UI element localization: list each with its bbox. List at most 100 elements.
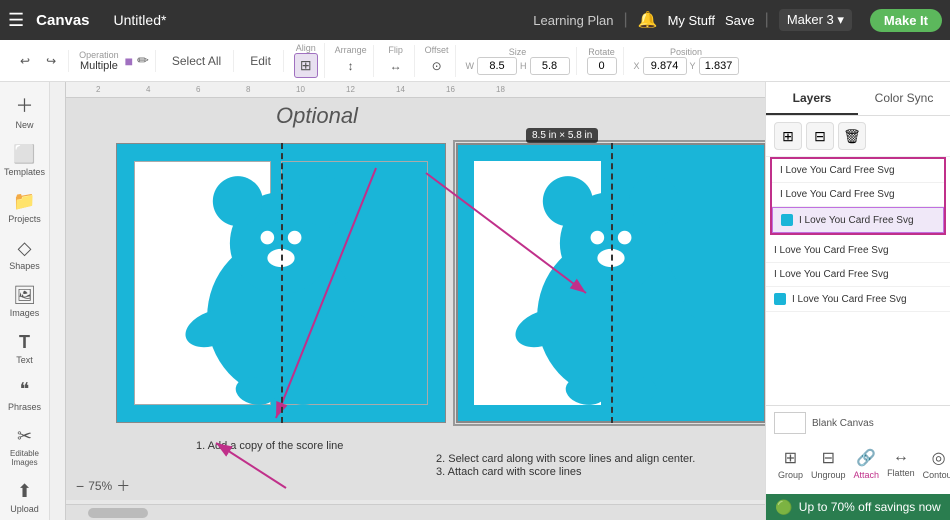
sidebar-item-text[interactable]: T Text [2, 326, 48, 371]
doc-title: Untitled* [114, 12, 167, 28]
size-h-input[interactable] [530, 57, 570, 75]
rotate-input[interactable] [587, 57, 617, 75]
promo-icon: 🟢 [775, 499, 792, 516]
sidebar-item-phrases[interactable]: ❝ Phrases [2, 373, 48, 418]
tab-color-sync[interactable]: Color Sync [858, 82, 950, 115]
ruler-tick-18: 18 [496, 85, 505, 94]
layer-name-1: I Love You Card Free Svg [780, 165, 936, 176]
toolbar-flip: Flip ↔ [378, 45, 415, 77]
sidebar-item-images[interactable]: 🖼 Images [2, 279, 48, 324]
align-button[interactable]: ⊞ [294, 53, 318, 78]
layer-item-1[interactable]: I Love You Card Free Svg [772, 159, 944, 183]
redo-button[interactable]: ↪ [40, 50, 62, 72]
annotation-3: 3. Attach card with score lines [436, 466, 582, 478]
ruler-tick-4: 4 [146, 85, 150, 94]
size-w-label: W [466, 61, 475, 71]
machine-selector[interactable]: Maker 3 ▾ [779, 9, 852, 31]
edit-style-icon: ✏ [137, 52, 149, 69]
zoom-in-button[interactable]: ＋ [116, 476, 130, 496]
layer-item-5[interactable]: I Love You Card Free Svg [766, 263, 950, 287]
offset-field: Offset ⊙ [425, 45, 449, 77]
layer-color-6 [774, 293, 786, 305]
panel-group-button[interactable]: ⊞ [774, 122, 802, 150]
offset-label: Offset [425, 45, 449, 55]
layer-item-6[interactable]: I Love You Card Free Svg [766, 287, 950, 312]
sidebar-item-upload[interactable]: ⬆ Upload [2, 475, 48, 520]
panel-actions: ⊞ Group ⊟ Ungroup 🔗 Attach ↔ Flatten ◎ [774, 440, 942, 488]
toolbar-select-all: Select All [160, 50, 234, 72]
layer-color-3 [781, 214, 793, 226]
operation-value[interactable]: Multiple [80, 60, 118, 72]
action-flatten-button[interactable]: ↔ Flatten [883, 444, 919, 484]
promo-bar[interactable]: 🟢 Up to 70% off savings now [766, 494, 950, 520]
action-attach-button[interactable]: 🔗 Attach [850, 444, 884, 484]
sidebar-item-shapes[interactable]: ◇ Shapes [2, 232, 48, 277]
flatten-label: Flatten [887, 468, 915, 478]
rotate-field: Rotate [587, 47, 617, 75]
position-inputs: X Y [634, 57, 739, 75]
flip-button[interactable]: ↔ [384, 55, 408, 77]
action-ungroup-button[interactable]: ⊟ Ungroup [807, 444, 850, 484]
group-label: Group [778, 470, 803, 480]
toolbar-undo-redo: ↩ ↪ [8, 50, 69, 72]
size-field: Size W H [466, 47, 570, 75]
top-nav: ☰ Canvas Untitled* Learning Plan | 🔔 My … [0, 0, 950, 40]
zoom-control: − 75% ＋ [76, 476, 130, 496]
phrases-label: Phrases [8, 402, 41, 412]
sidebar-item-projects[interactable]: 📁 Projects [2, 185, 48, 230]
sidebar-item-editable-images[interactable]: ✂ Editable Images [2, 420, 48, 473]
pos-y-input[interactable] [699, 57, 739, 75]
plan-label: Learning Plan [533, 13, 613, 28]
tab-layers[interactable]: Layers [766, 82, 858, 115]
canvas-area[interactable]: 2 4 6 8 10 12 14 16 18 Optional [50, 82, 765, 520]
flatten-icon: ↔ [893, 448, 909, 466]
arrange-button[interactable]: ↕ [342, 55, 360, 77]
selected-layers-border: I Love You Card Free Svg I Love You Card… [770, 157, 946, 235]
templates-label: Templates [4, 167, 45, 177]
sidebar-item-templates[interactable]: ⬜ Templates [2, 138, 48, 183]
offset-button[interactable]: ⊙ [426, 55, 448, 77]
canvas-workspace[interactable]: Optional [66, 98, 765, 500]
edit-button[interactable]: Edit [244, 50, 277, 72]
h-scrollbar[interactable] [66, 504, 765, 520]
flip-label: Flip [388, 45, 403, 55]
new-icon: ＋ [16, 92, 34, 118]
action-contour-button[interactable]: ◎ Contour [919, 444, 950, 484]
align-field: Align ⊞ [294, 43, 318, 78]
panel-delete-button[interactable]: 🗑 [838, 122, 866, 150]
arrange-field: Arrange ↕ [335, 45, 367, 77]
layer-item-3[interactable]: I Love You Card Free Svg [772, 207, 944, 233]
h-scrollbar-thumb[interactable] [88, 508, 148, 518]
size-h-label: H [520, 61, 527, 71]
tab-color-sync-label: Color Sync [875, 91, 934, 105]
ruler-top: 2 4 6 8 10 12 14 16 18 [66, 82, 765, 98]
toolbar-edit: Edit [238, 50, 284, 72]
hamburger-icon[interactable]: ☰ [8, 10, 24, 31]
sidebar-item-new[interactable]: ＋ New [2, 86, 48, 136]
save-button[interactable]: Save [725, 13, 755, 28]
ruler-tick-6: 6 [196, 85, 200, 94]
pos-x-label: X [634, 61, 640, 71]
layer-item-4[interactable]: I Love You Card Free Svg [766, 239, 950, 263]
size-w-input[interactable] [477, 57, 517, 75]
undo-button[interactable]: ↩ [14, 50, 36, 72]
pos-x-input[interactable] [643, 57, 687, 75]
panel-bottom: Blank Canvas ⊞ Group ⊟ Ungroup 🔗 Attach … [766, 405, 950, 494]
card-group-right [456, 143, 765, 423]
layer-item-2[interactable]: I Love You Card Free Svg [772, 183, 944, 207]
make-it-button[interactable]: Make It [870, 9, 942, 32]
position-label: Position [670, 47, 702, 57]
toolbar-size: Size W H [460, 47, 577, 75]
select-all-button[interactable]: Select All [166, 50, 227, 72]
images-icon: 🖼 [13, 285, 36, 306]
toolbar-arrange: Arrange ↕ [329, 45, 374, 77]
operation-label: Operation [79, 50, 119, 60]
zoom-out-button[interactable]: − [76, 478, 84, 494]
mystuff-button[interactable]: My Stuff [668, 13, 715, 28]
card-group-left [116, 143, 446, 423]
panel-duplicate-button[interactable]: ⊟ [806, 122, 834, 150]
toolbar-position: Position X Y [628, 47, 745, 75]
action-group-button[interactable]: ⊞ Group [774, 444, 807, 484]
bell-icon[interactable]: 🔔 [638, 10, 658, 30]
nav-divider2: | [765, 11, 769, 29]
